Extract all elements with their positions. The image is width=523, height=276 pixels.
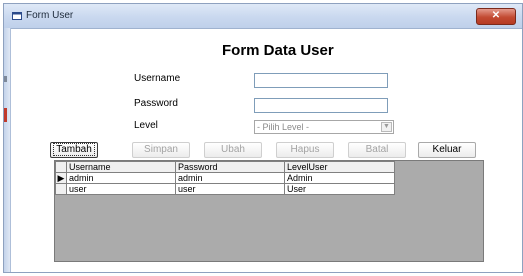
batal-button-label: Batal [365,144,389,155]
level-label: Level [134,120,158,131]
user-table: Username Password LevelUser ▶ admin admi… [55,161,395,195]
password-label: Password [134,98,178,109]
hapus-button[interactable]: Hapus [276,142,334,158]
title-bar[interactable]: Form User ✕ [4,4,522,29]
cell-username[interactable]: user [66,183,176,195]
tambah-button[interactable]: Tambah [50,142,98,158]
table-header-row: Username Password LevelUser [55,161,395,173]
username-label: Username [134,73,181,84]
table-row[interactable]: user user User [55,183,395,195]
page-title: Form Data User [222,42,334,59]
column-header-leveluser[interactable]: LevelUser [284,161,395,173]
hapus-button-label: Hapus [290,144,320,155]
keluar-button-label: Keluar [432,144,462,155]
cell-password[interactable]: admin [175,172,285,184]
close-button[interactable]: ✕ [476,8,516,25]
window-title: Form User [26,10,74,21]
username-input[interactable] [254,73,388,88]
cell-leveluser[interactable]: User [284,183,395,195]
password-input[interactable] [254,98,388,113]
tambah-button-label: Tambah [53,143,95,156]
app-window-icon [12,12,22,20]
table-row[interactable]: ▶ admin admin Admin [55,172,395,184]
level-select-value: - Pilih Level - [257,122,310,132]
simpan-button[interactable]: Simpan [132,142,190,158]
left-frame [4,28,11,272]
batal-button[interactable]: Batal [348,142,406,158]
cell-leveluser[interactable]: Admin [284,172,395,184]
chevron-down-icon[interactable]: ▼ [381,122,392,132]
column-header-password[interactable]: Password [175,161,285,173]
row-selector-header [55,161,67,173]
column-header-username[interactable]: Username [66,161,176,173]
cell-username[interactable]: admin [66,172,176,184]
frame-marker [4,76,7,82]
level-select[interactable]: - Pilih Level - ▼ [254,120,394,134]
form-user-window: Form User ✕ Form Data User Username Pass… [3,3,523,273]
row-selector[interactable] [55,183,67,195]
keluar-button[interactable]: Keluar [418,142,476,158]
simpan-button-label: Simpan [144,144,178,155]
user-data-grid[interactable]: Username Password LevelUser ▶ admin admi… [54,160,484,262]
cell-password[interactable]: user [175,183,285,195]
close-icon: ✕ [491,10,501,21]
ubah-button-label: Ubah [221,144,245,155]
frame-marker-red [4,108,7,122]
ubah-button[interactable]: Ubah [204,142,262,158]
current-row-icon[interactable]: ▶ [55,172,67,184]
